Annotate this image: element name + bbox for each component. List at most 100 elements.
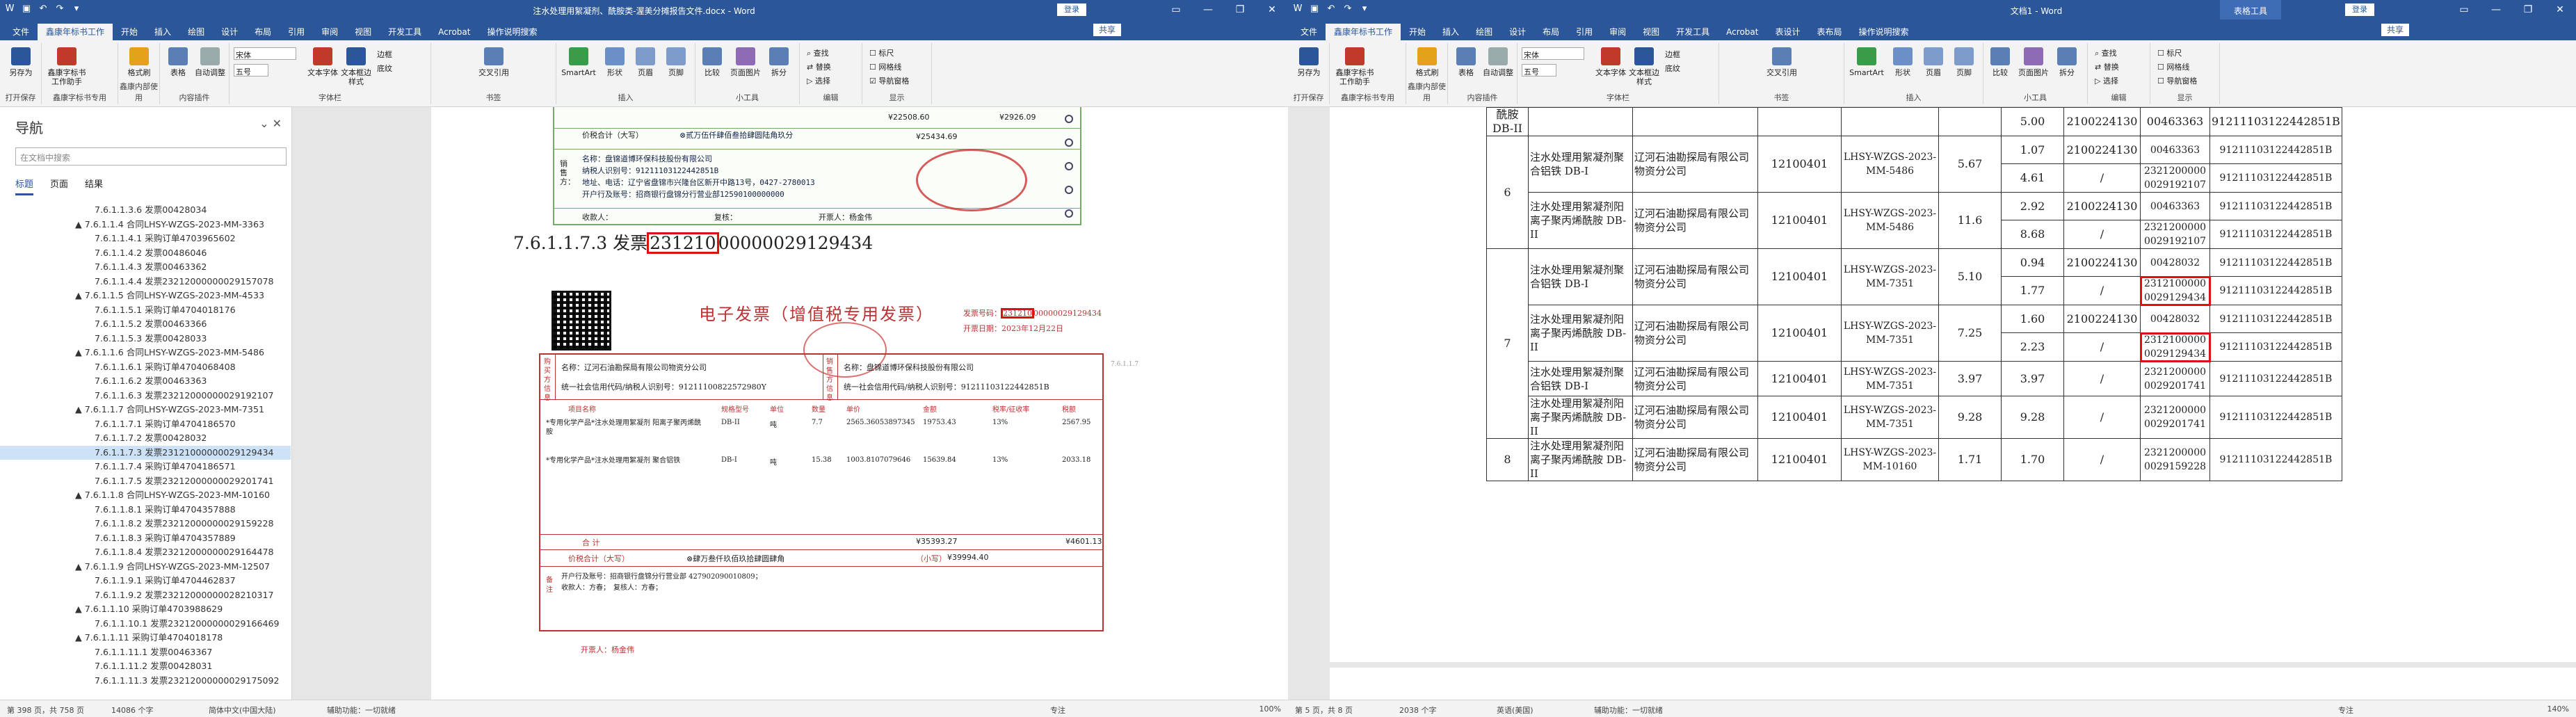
table-cell[interactable]: / <box>2063 332 2141 362</box>
table-cell[interactable]: 91211103122442851B <box>2209 248 2342 277</box>
ribbon-display-icon[interactable]: ▭ <box>1160 0 1192 19</box>
shading-button[interactable]: 底纹 <box>377 63 392 74</box>
table-cell[interactable]: 91211103122442851B <box>2209 332 2342 362</box>
format-painter-button[interactable]: 格式刷 <box>124 47 154 77</box>
table-cell[interactable]: 91211103122442851B <box>2209 438 2342 481</box>
table-cell[interactable]: 7.25 <box>1938 305 2002 362</box>
table-cell[interactable]: 1.07 <box>2001 136 2064 164</box>
save-icon[interactable]: ▣ <box>1309 3 1320 15</box>
nav-heading-item[interactable]: ▲ 7.6.1.1.9 合同LHSY-WZGS-2023-MM-12507 <box>0 560 291 574</box>
nav-heading-item[interactable]: ▲ 7.6.1.1.10 采购订单4703988629 <box>0 602 291 617</box>
table-cell[interactable]: 2.92 <box>2001 192 2064 220</box>
table-cell[interactable]: LHSY-WZGS-2023-MM-5486 <box>1841 136 1939 193</box>
nav-close-icon[interactable]: ⌄ ✕ <box>259 117 282 130</box>
table-cell[interactable]: 2100224130 <box>2063 136 2141 164</box>
save-as-button[interactable]: 另存为 <box>6 47 36 77</box>
nav-heading-item[interactable]: 7.6.1.1.6.3 发票23212000000029192107 <box>0 389 291 403</box>
nav-heading-item[interactable]: 7.6.1.1.6.2 发票00463363 <box>0 374 291 389</box>
table-cell[interactable]: 注水处理用絮凝剂阳离子聚丙烯酰胺 DB-II <box>1528 192 1633 249</box>
restore-icon[interactable]: ❐ <box>2512 0 2544 19</box>
table-cell[interactable]: 3.97 <box>2001 361 2064 396</box>
tab-developer[interactable]: 开发工具 <box>380 24 430 40</box>
save-as-button[interactable]: 另存为 <box>1294 47 1324 77</box>
shapes-button[interactable]: 形状 <box>599 47 630 77</box>
table-cell[interactable]: 91211103122442851B <box>2209 107 2342 136</box>
nav-heading-item[interactable]: 7.6.1.1.11.2 发票00428031 <box>0 659 291 674</box>
login-button[interactable]: 登录 <box>2345 3 2374 16</box>
text-font-button[interactable]: 文本字体 <box>307 47 338 77</box>
nav-search-input[interactable]: 在文档中搜索 <box>15 147 287 166</box>
table-cell[interactable]: 注水处理用絮凝剂阳离子聚丙烯酰胺 DB-II <box>1528 396 1633 439</box>
gridlines-checkbox[interactable]: ☐ 网格线 <box>2157 61 2189 72</box>
tab-view[interactable]: 视图 <box>346 24 380 40</box>
replace-button[interactable]: ⇄ 替换 <box>2095 61 2119 72</box>
select-button[interactable]: ▷ 选择 <box>807 75 830 86</box>
table-cell[interactable]: 23212000000029201741 <box>2140 396 2210 439</box>
tab-home[interactable]: 开始 <box>1401 24 1434 40</box>
tab-file[interactable]: 文件 <box>4 24 38 40</box>
table-cell[interactable]: 0.94 <box>2001 248 2064 277</box>
table-cell[interactable]: 注水处理用絮凝剂聚合铝铁 DB-I <box>1528 136 1633 193</box>
nav-heading-item[interactable]: ▲ 7.6.1.1.6 合同LHSY-WZGS-2023-MM-5486 <box>0 346 291 360</box>
tab-references[interactable]: 引用 <box>280 24 313 40</box>
table-cell[interactable]: 辽河石油勘探局有限公司物资分公司 <box>1632 361 1758 396</box>
nav-heading-item[interactable]: 7.6.1.1.7.2 发票00428032 <box>0 431 291 446</box>
table-cell[interactable]: 注水处理用絮凝剂聚合铝铁 DB-I <box>1528 248 1633 305</box>
split-button[interactable]: 拆分 <box>2052 47 2082 77</box>
compare-button[interactable]: 比较 <box>1985 47 2015 77</box>
header-button[interactable]: 页眉 <box>630 47 661 77</box>
table-cell[interactable]: 23121000000029129434 <box>2139 275 2211 306</box>
table-cell[interactable]: LHSY-WZGS-2023-MM-5486 <box>1841 192 1939 249</box>
table-cell[interactable]: 注水处理用絮凝剂聚合铝铁 DB-I <box>1528 361 1633 396</box>
table-cell[interactable]: 00463363 <box>2140 107 2210 136</box>
table-cell[interactable]: 00463363 <box>2140 136 2210 164</box>
nav-heading-item[interactable]: ▲ 7.6.1.1.8 合同LHSY-WZGS-2023-MM-10160 <box>0 488 291 503</box>
table-cell[interactable]: 12100401 <box>1757 396 1842 439</box>
nav-heading-item[interactable]: 7.6.1.1.5.3 发票00428033 <box>0 332 291 346</box>
zoom-level[interactable]: 100% <box>1259 704 1281 714</box>
nav-heading-item[interactable]: 7.6.1.1.11.3 发票23212000000029175092 <box>0 674 291 688</box>
table-cell[interactable]: / <box>2063 163 2141 193</box>
nav-heading-item[interactable]: 7.6.1.1.6.1 采购订单4704068408 <box>0 360 291 375</box>
nav-heading-item[interactable]: 7.6.1.1.9.2 发票23212000000028210317 <box>0 588 291 603</box>
table-cell[interactable]: 00428032 <box>2140 248 2210 277</box>
tab-review[interactable]: 审阅 <box>313 24 346 40</box>
table-button[interactable]: 表格 <box>163 47 193 77</box>
nav-heading-item[interactable]: 7.6.1.1.4.2 发票00486046 <box>0 246 291 261</box>
table-cell[interactable]: 23121000000029129434 <box>2139 332 2211 362</box>
table-cell[interactable]: LHSY-WZGS-2023-MM-7351 <box>1841 361 1939 396</box>
accessibility[interactable]: 辅助功能：一切就绪 <box>327 704 396 716</box>
nav-heading-item[interactable]: 7.6.1.1.7.5 发票23212000000029201741 <box>0 474 291 489</box>
document-canvas[interactable]: 价税合计（大写） ⊗贰万伍仟肆佰叁拾肆圆陆角玖分 ¥22508.60 ¥2926… <box>292 107 1288 700</box>
table-cell[interactable]: 91211103122442851B <box>2209 163 2342 193</box>
table-cell[interactable]: 2100224130 <box>2063 248 2141 277</box>
table-cell[interactable]: 2.23 <box>2001 332 2064 362</box>
table-cell[interactable]: 23212000000029192107 <box>2140 220 2210 249</box>
tab-insert[interactable]: 插入 <box>146 24 179 40</box>
table-cell[interactable]: 91211103122442851B <box>2209 136 2342 164</box>
table-cell[interactable]: / <box>2063 396 2141 439</box>
table-cell[interactable]: 辽河石油勘探局有限公司物资分公司 <box>1632 396 1758 439</box>
tab-acrobat[interactable]: Acrobat <box>430 24 478 40</box>
table-cell[interactable]: 注水处理用絮凝剂阳离子聚丙烯酰胺 DB-II <box>1528 438 1633 481</box>
header-button[interactable]: 页眉 <box>1918 47 1949 77</box>
focus-mode[interactable]: 专注 <box>1050 704 1065 716</box>
tab-draw[interactable]: 绘图 <box>1467 24 1501 40</box>
table-cell[interactable]: 23212000000029159228 <box>2140 438 2210 481</box>
table-cell[interactable]: 辽河石油勘探局有限公司物资分公司 <box>1632 136 1758 193</box>
nav-heading-item[interactable]: 7.6.1.1.4.1 采购订单4703965602 <box>0 232 291 246</box>
nav-heading-item[interactable]: 7.6.1.1.9.1 采购订单4704462837 <box>0 574 291 588</box>
tab-insert[interactable]: 插入 <box>1434 24 1467 40</box>
table-cell[interactable]: 9.28 <box>1938 396 2002 439</box>
table-cell[interactable]: 2100224130 <box>2063 305 2141 333</box>
table-cell[interactable]: 辽河石油勘探局有限公司物资分公司 <box>1632 192 1758 249</box>
nav-heading-item[interactable]: 7.6.1.1.8.3 采购订单4704357889 <box>0 531 291 546</box>
table-cell[interactable]: / <box>2063 220 2141 249</box>
tab-view[interactable]: 视图 <box>1634 24 1668 40</box>
table-cell[interactable]: 12100401 <box>1757 136 1842 193</box>
table-cell[interactable]: LHSY-WZGS-2023-MM-7351 <box>1841 248 1939 305</box>
nav-heading-item[interactable]: 7.6.1.1.7.4 采购订单4704186571 <box>0 460 291 474</box>
accessibility[interactable]: 辅助功能：一切就绪 <box>1594 704 1663 716</box>
table-cell[interactable]: 5.00 <box>2001 107 2064 136</box>
nav-heading-item[interactable]: 7.6.1.1.5.2 发票00463366 <box>0 317 291 332</box>
